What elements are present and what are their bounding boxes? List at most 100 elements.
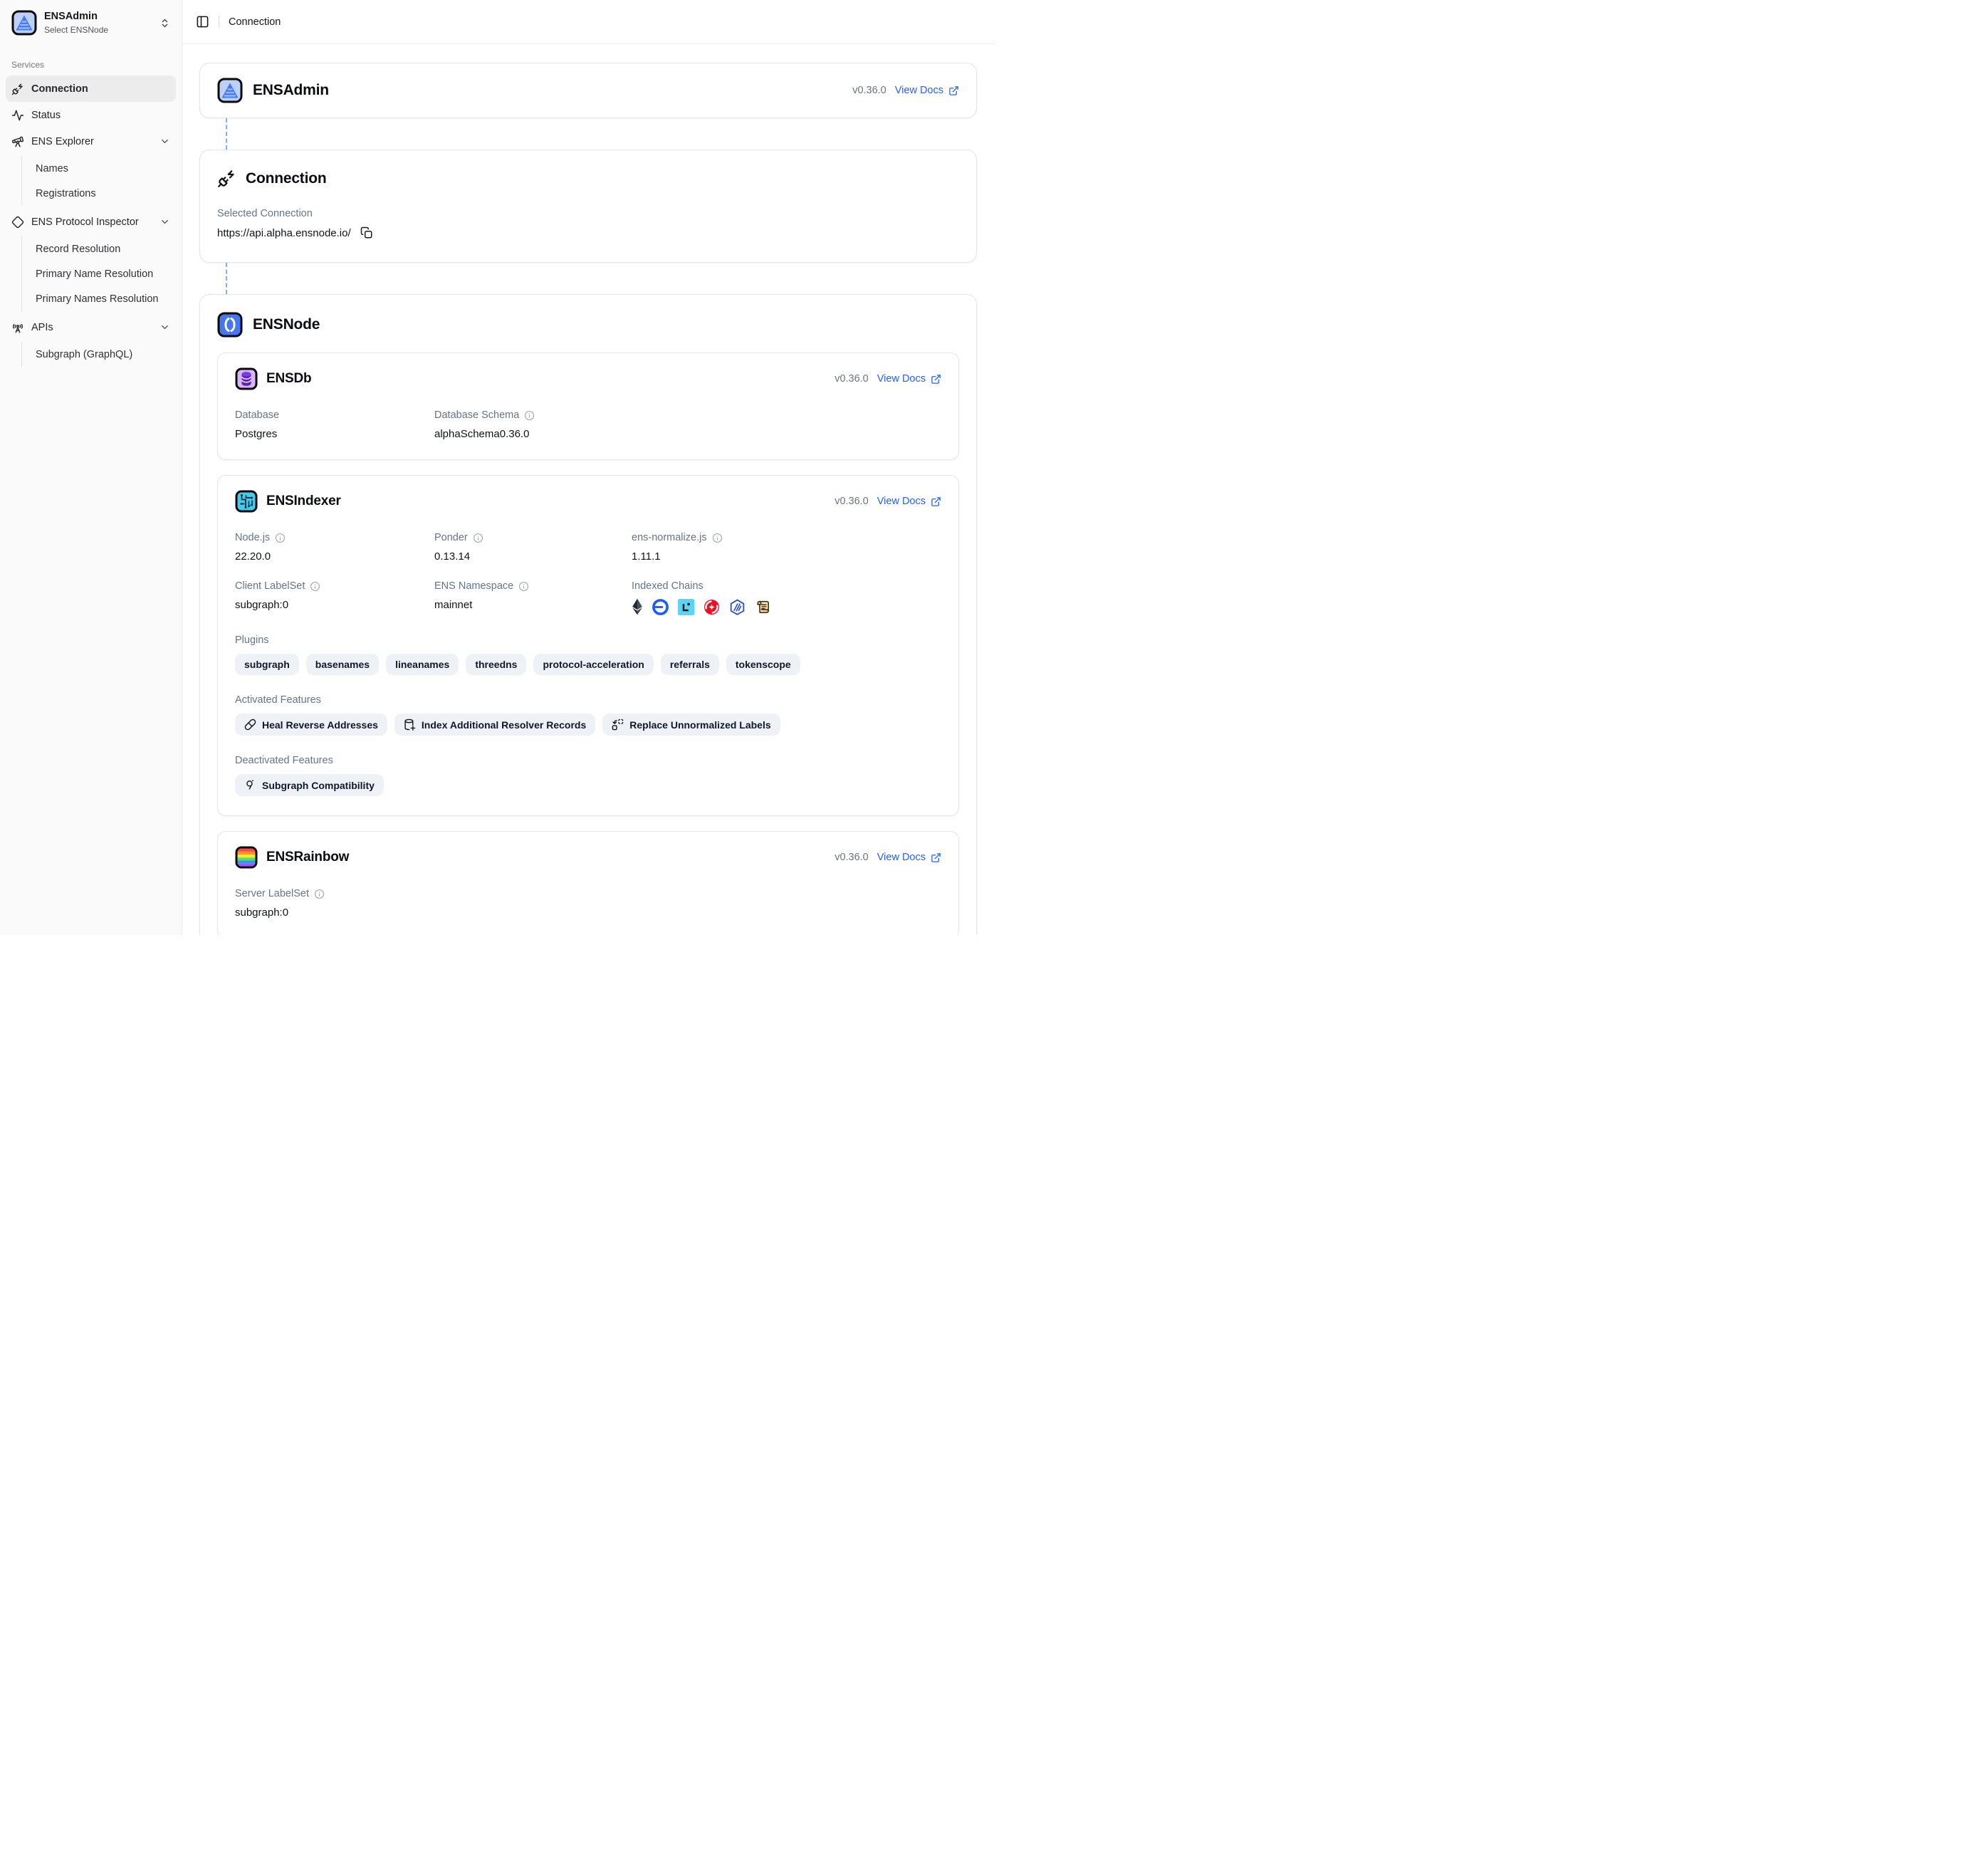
database-plus-icon xyxy=(404,719,416,731)
ensadmin-logo-icon xyxy=(217,78,243,103)
field-ponder: Ponder 0.13.14 xyxy=(434,532,632,563)
external-link-icon xyxy=(931,496,941,507)
scroll-chain-icon xyxy=(755,599,771,615)
field-value: mainnet xyxy=(434,599,632,611)
ensrainbow-view-docs-link[interactable]: View Docs xyxy=(877,852,941,863)
sidebar-item-primary-names-resolution[interactable]: Primary Names Resolution xyxy=(30,286,176,311)
field-value: subgraph:0 xyxy=(235,907,434,919)
sidebar-item-subgraph-graphql[interactable]: Subgraph (GraphQL) xyxy=(30,342,176,367)
pill-icon xyxy=(244,719,256,731)
field-label: ENS Namespace xyxy=(434,580,513,592)
diamond-icon xyxy=(11,216,24,229)
sidebar-item-ens-explorer[interactable]: ENS Explorer xyxy=(6,128,176,155)
field-label: Database xyxy=(235,409,279,421)
sidebar-item-apis[interactable]: APIs xyxy=(6,314,176,340)
arbitrum-chain-icon xyxy=(729,599,746,615)
selected-connection-label: Selected Connection xyxy=(217,208,959,219)
field-value: 1.11.1 xyxy=(632,550,941,563)
topbar: Connection xyxy=(182,0,994,44)
base-chain-icon xyxy=(652,599,669,615)
ensadmin-card-title: ENSAdmin xyxy=(253,82,329,99)
sidebar-item-registrations[interactable]: Registrations xyxy=(30,181,176,206)
external-link-icon xyxy=(948,85,959,96)
sidebar: ENSAdmin Select ENSNode Services Connect… xyxy=(0,0,182,935)
telescope-icon xyxy=(11,135,24,148)
breadcrumb: Connection xyxy=(229,16,281,28)
activated-features-label: Activated Features xyxy=(235,694,321,706)
chevron-down-icon xyxy=(159,216,170,227)
field-label: Client LabelSet xyxy=(235,580,305,592)
feature-badge-heal-reverse-addresses: Heal Reverse Addresses xyxy=(235,714,387,736)
plug-zap-icon xyxy=(11,83,24,95)
field-value: alphaSchema0.36.0 xyxy=(434,428,632,440)
connection-url: https://api.alpha.ensnode.io/ xyxy=(217,227,351,239)
sidebar-item-record-resolution[interactable]: Record Resolution xyxy=(30,236,176,261)
ensadmin-card: ENSAdmin v0.36.0 View Docs xyxy=(199,63,977,118)
ensdb-card-title: ENSDb xyxy=(266,371,311,387)
chevron-down-icon xyxy=(159,322,170,333)
ensdb-version: v0.36.0 xyxy=(835,373,869,385)
feature-label: Replace Unnormalized Labels xyxy=(629,719,770,731)
info-icon[interactable] xyxy=(473,533,483,543)
ethereum-chain-icon xyxy=(632,598,643,615)
main-area: Connection ENSAdmin v0.36.0 View Docs xyxy=(182,0,994,935)
deactivated-features-label: Deactivated Features xyxy=(235,755,333,766)
copy-url-button[interactable] xyxy=(360,226,373,239)
ens-protocol-inspector-children: Record Resolution Primary Name Resolutio… xyxy=(21,236,176,311)
field-value: 22.20.0 xyxy=(235,550,434,563)
plugin-badge: basenames xyxy=(306,654,379,675)
info-icon[interactable] xyxy=(712,533,723,543)
sidebar-item-ens-protocol-inspector[interactable]: ENS Protocol Inspector xyxy=(6,209,176,235)
sidebar-item-label: Connection xyxy=(31,83,88,95)
field-label: Database Schema xyxy=(434,409,519,421)
feature-badge-replace-unnormalized-labels: Replace Unnormalized Labels xyxy=(602,714,780,736)
plugin-badge: lineanames xyxy=(386,654,459,675)
sidebar-item-connection[interactable]: Connection xyxy=(6,75,176,102)
info-icon[interactable] xyxy=(518,581,529,592)
sidebar-item-primary-name-resolution[interactable]: Primary Name Resolution xyxy=(30,261,176,286)
info-icon[interactable] xyxy=(310,581,320,592)
copy-icon xyxy=(360,226,373,239)
indexed-chains-row xyxy=(632,598,941,615)
info-icon[interactable] xyxy=(275,533,286,543)
view-docs-label: View Docs xyxy=(877,373,926,385)
ensindexer-view-docs-link[interactable]: View Docs xyxy=(877,496,941,507)
ensrainbow-version: v0.36.0 xyxy=(835,852,869,863)
plugin-badge: tokenscope xyxy=(726,654,800,675)
view-docs-label: View Docs xyxy=(877,852,926,863)
plugins-row: subgraph basenames lineanames threedns p… xyxy=(235,654,941,675)
feature-label: Heal Reverse Addresses xyxy=(262,719,378,731)
field-database: Database Postgres xyxy=(235,409,434,440)
feature-badge-subgraph-compatibility: Subgraph Compatibility xyxy=(235,774,384,796)
activity-icon xyxy=(11,109,24,122)
sidebar-item-status[interactable]: Status xyxy=(6,102,176,128)
field-label: Indexed Chains xyxy=(632,580,703,592)
field-client-labelset: Client LabelSet subgraph:0 xyxy=(235,580,434,615)
plug-zap-icon xyxy=(217,169,236,188)
field-server-labelset: Server LabelSet subgraph:0 xyxy=(235,888,434,919)
ensdb-view-docs-link[interactable]: View Docs xyxy=(877,373,941,385)
ensnode-card: ENSNode ENSDb xyxy=(199,294,977,935)
field-ens-namespace: ENS Namespace mainnet xyxy=(434,580,632,615)
info-icon[interactable] xyxy=(314,889,325,899)
field-value: Postgres xyxy=(235,428,434,440)
feature-label: Index Additional Resolver Records xyxy=(422,719,586,731)
external-link-icon xyxy=(931,374,941,385)
field-label: Server LabelSet xyxy=(235,888,309,899)
ensnode-selector[interactable]: ENSAdmin Select ENSNode xyxy=(6,7,176,38)
ensrainbow-logo-icon xyxy=(235,846,258,869)
info-icon[interactable] xyxy=(524,410,535,421)
page-content: ENSAdmin v0.36.0 View Docs Connection xyxy=(182,44,994,935)
sidebar-item-names[interactable]: Names xyxy=(30,156,176,181)
ensdb-logo-icon xyxy=(235,367,258,390)
connection-card-title: Connection xyxy=(246,170,327,187)
ensadmin-view-docs-link[interactable]: View Docs xyxy=(895,85,959,96)
plugin-badge: protocol-acceleration xyxy=(533,654,653,675)
external-link-icon xyxy=(931,852,941,863)
field-nodejs: Node.js 22.20.0 xyxy=(235,532,434,563)
ensdb-card: ENSDb v0.36.0 View Docs Database xyxy=(217,352,959,460)
threedns-chain-icon xyxy=(703,599,720,615)
sidebar-toggle-button[interactable] xyxy=(196,15,209,28)
plugin-badge: subgraph xyxy=(235,654,299,675)
radio-tower-icon xyxy=(11,321,24,334)
